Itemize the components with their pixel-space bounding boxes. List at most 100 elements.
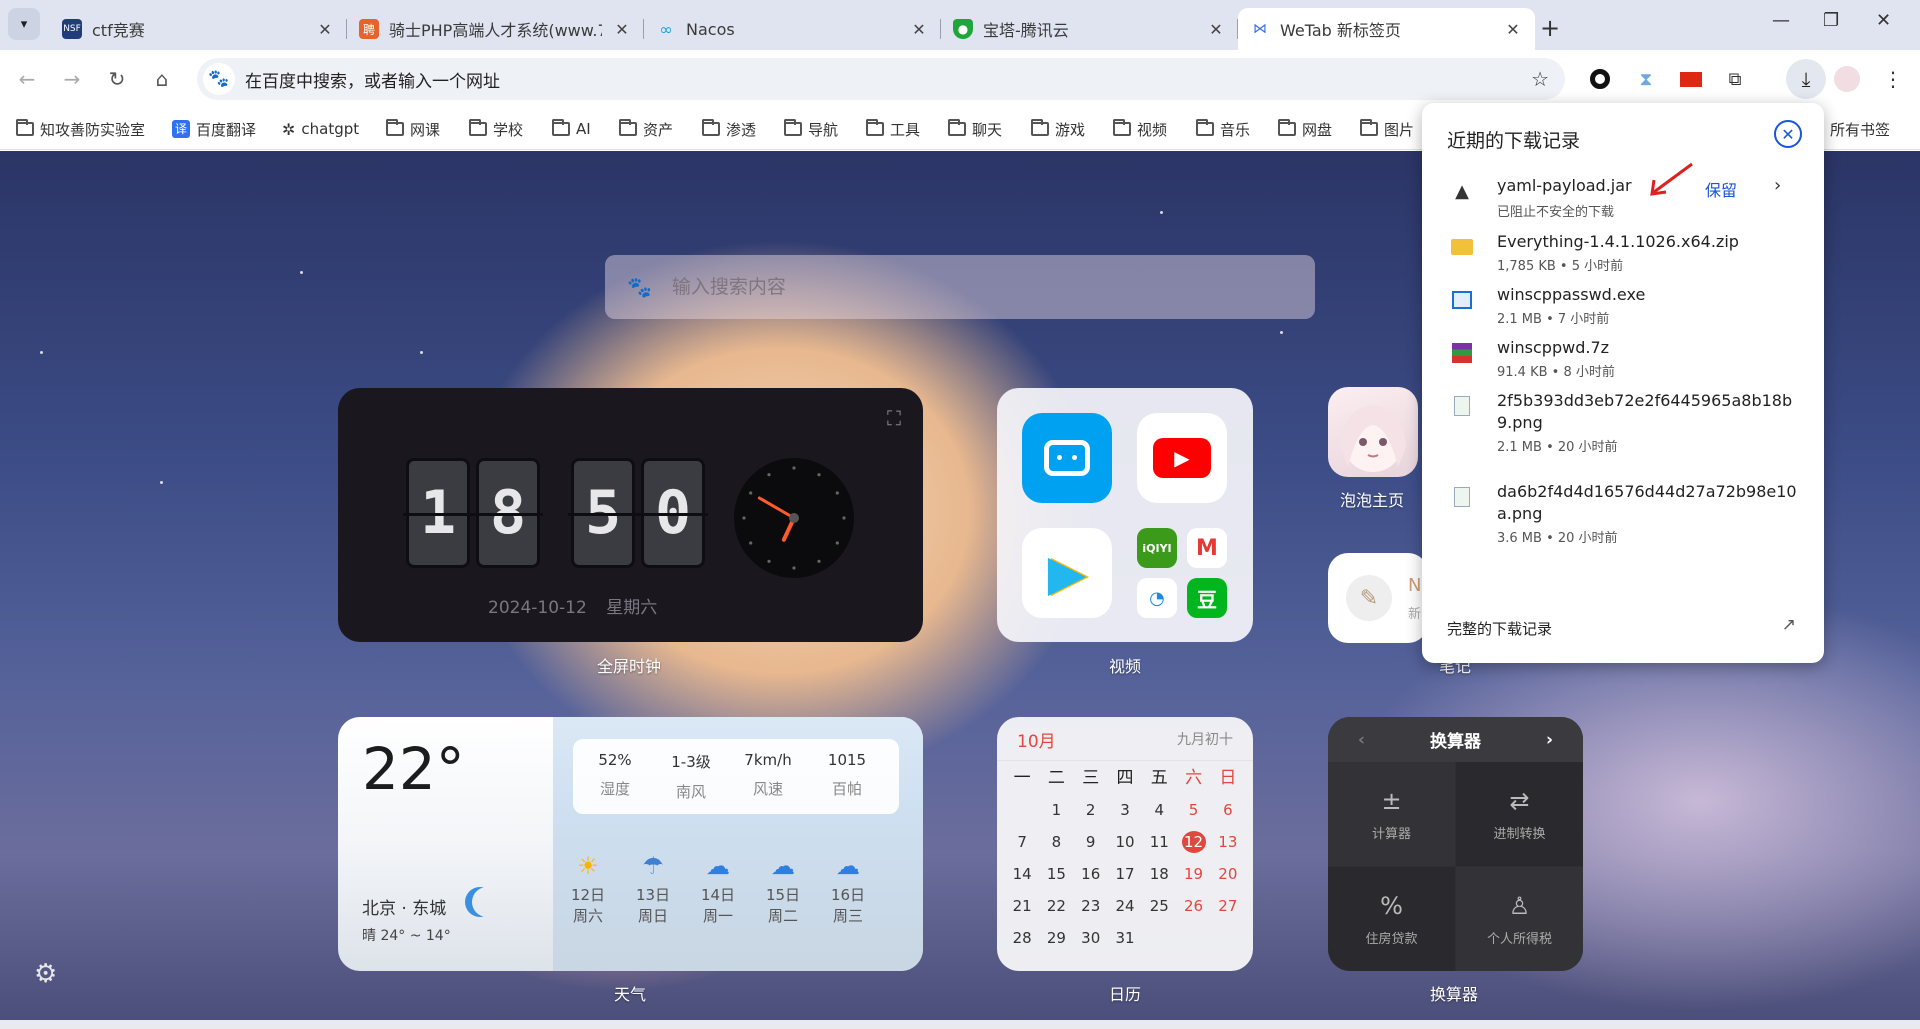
calendar-day[interactable]: 6 [1211,799,1245,821]
calendar-day[interactable]: 31 [1108,927,1142,949]
calendar-day[interactable]: 30 [1074,927,1108,949]
bookmark-folder[interactable]: AI [552,116,591,142]
gear-icon[interactable]: ⚙ [34,959,57,989]
profile-avatar[interactable] [1834,66,1860,92]
income-tax-button[interactable]: ♙ 个人所得税 [1456,867,1583,971]
minimize-button[interactable]: — [1772,10,1790,31]
calendar-day[interactable]: 15 [1039,863,1073,885]
calendar-day[interactable]: 16 [1074,863,1108,885]
download-item[interactable]: winscppwd.7z 91.4 KB • 8 小时前 [1422,337,1824,397]
bookmark-folder[interactable]: 图片 [1360,116,1414,142]
forward-arrow-icon[interactable]: → [57,64,87,94]
bookmark-folder[interactable]: 视频 [1113,116,1167,142]
bookmark-folder[interactable]: 工具 [866,116,920,142]
calendar-day[interactable]: 12 [1181,831,1206,853]
tab-baota[interactable]: ● 宝塔-腾讯云 ✕ [941,8,1238,50]
bookmark-folder[interactable]: 导航 [784,116,838,142]
search-input[interactable] [671,276,1232,298]
calendar-day[interactable]: 18 [1142,863,1176,885]
calendar-day[interactable]: 3 [1108,799,1142,821]
calendar-day[interactable]: 13 [1211,831,1245,853]
chevron-right-icon[interactable]: › [1774,175,1781,196]
download-item[interactable]: 2f5b393dd3eb72e2f6445965a8b18b9.png 2.1 … [1422,390,1824,455]
bookmark-item[interactable]: ✲ chatgpt [282,116,359,142]
calendar-day[interactable]: 29 [1039,927,1073,949]
youtube-icon[interactable]: ▶ [1137,413,1227,503]
mango-tv-icon[interactable]: M [1187,528,1227,568]
new-tab-button[interactable]: + [1540,14,1560,42]
calendar-day[interactable]: 14 [1005,863,1039,885]
calculator-button[interactable]: ± 计算器 [1328,762,1455,866]
base-convert-button[interactable]: ⇄ 进制转换 [1456,762,1583,866]
tab-wetab[interactable]: ⋈ WeTab 新标签页 ✕ [1238,8,1535,50]
bookmark-folder[interactable]: 资产 [619,116,673,142]
fullscreen-icon[interactable]: ⛶ [887,406,901,430]
video-apps-widget[interactable]: ▶ ▶ iQIYI M ◔ 豆 [997,388,1253,642]
search-box[interactable]: 🐾 [605,255,1315,319]
bookmark-folder[interactable]: 聊天 [948,116,1002,142]
iqiyi-icon[interactable]: iQIYI [1137,528,1177,568]
external-link-icon[interactable]: ↗ [1782,615,1796,635]
download-item[interactable]: Everything-1.4.1.1026.x64.zip 1,785 KB •… [1422,231,1824,291]
calendar-day[interactable]: 21 [1005,895,1039,917]
extension-hourglass-icon[interactable]: ⧗ [1633,66,1659,92]
bilibili-icon[interactable] [1022,413,1112,503]
calendar-day[interactable]: 8 [1039,831,1073,853]
extensions-puzzle-icon[interactable]: ⧉ [1722,66,1748,92]
download-icon[interactable]: ⤓ [1786,59,1826,99]
calendar-day[interactable]: 22 [1039,895,1073,917]
calendar-day[interactable]: 28 [1005,927,1039,949]
calendar-day[interactable]: 23 [1074,895,1108,917]
extension-flag-icon[interactable] [1678,66,1704,92]
converter-prev-button[interactable]: ‹ [1358,730,1365,750]
flip-clock-widget[interactable]: ⛶ 1 8 5 0 2024-10-12 星期六 [338,388,923,642]
bookmark-folder[interactable]: 游戏 [1031,116,1085,142]
close-icon[interactable]: ✕ [1206,20,1226,39]
bookmark-folder[interactable]: 学校 [469,116,523,142]
maximize-button[interactable]: ❐ [1823,10,1839,31]
calendar-day[interactable]: 17 [1108,863,1142,885]
download-item[interactable]: winscppasswd.exe 2.1 MB • 7 小时前 [1422,284,1824,344]
calendar-day[interactable]: 4 [1142,799,1176,821]
tencent-video-icon[interactable]: ▶ [1022,528,1112,618]
window-close-button[interactable]: ✕ [1876,10,1891,31]
calendar-widget[interactable]: 10月 九月初十 一二三四五六日 1 2 3 4 5 6 7 8 9 10 11 12 13 14 15 16 1… [997,717,1253,971]
youku-icon[interactable]: ◔ [1137,578,1177,618]
address-bar[interactable]: 🐾 在百度中搜索，或者输入一个网址 ☆ [197,58,1565,100]
calendar-day[interactable]: 7 [1005,831,1039,853]
calendar-day[interactable]: 5 [1176,799,1210,821]
close-icon[interactable]: ✕ [315,20,335,39]
close-icon[interactable]: ✕ [612,20,632,39]
douban-icon[interactable]: 豆 [1187,578,1227,618]
close-icon[interactable]: ✕ [909,20,929,39]
tab-ctf[interactable]: NSF ctf竞赛 ✕ [50,8,347,50]
home-icon[interactable]: ⌂ [147,64,177,94]
calendar-day[interactable]: 1 [1039,799,1073,821]
bookmark-folder[interactable]: 音乐 [1196,116,1250,142]
note-widget[interactable]: ✎ N 新 [1328,553,1428,643]
mortgage-button[interactable]: % 住房贷款 [1328,867,1455,971]
paopao-avatar[interactable] [1328,387,1418,477]
weather-widget[interactable]: 22° 北京 · 东城 晴 24° ~ 14° 52% 湿度 1-3级 南风 7km… [338,717,923,971]
calendar-day[interactable]: 19 [1176,863,1210,885]
close-icon[interactable]: ✕ [1503,20,1523,39]
calendar-day[interactable]: 24 [1108,895,1142,917]
download-item[interactable]: da6b2f4d4d16576d44d27a72b98e10a.png 3.6 … [1422,481,1824,546]
bookmark-folder[interactable]: 渗透 [702,116,756,142]
calendar-day[interactable]: 26 [1176,895,1210,917]
calendar-day[interactable]: 10 [1108,831,1142,853]
back-arrow-icon[interactable]: ← [12,64,42,94]
tab-nacos[interactable]: ∞ Nacos ✕ [644,8,941,50]
bookmark-folder[interactable]: 网课 [386,116,440,142]
download-item[interactable]: ▲ yaml-payload.jar 已阻止不安全的下载 保留 › [1422,175,1824,235]
bookmark-item[interactable]: 译百度翻译 [172,116,256,142]
reload-icon[interactable]: ↻ [102,64,132,94]
calendar-day[interactable]: 2 [1074,799,1108,821]
calendar-day[interactable]: 9 [1074,831,1108,853]
calendar-day[interactable]: 27 [1211,895,1245,917]
bookmark-star-icon[interactable]: ☆ [1531,67,1549,91]
close-icon[interactable]: ✕ [1774,120,1802,148]
full-download-history-link[interactable]: 完整的下载记录 [1447,618,1552,639]
tab-search-button[interactable]: ▾ [8,8,40,40]
converter-widget[interactable]: ‹ 换算器 › ± 计算器 ⇄ 进制转换 % 住房贷款 ♙ 个人所得税 [1328,717,1583,971]
